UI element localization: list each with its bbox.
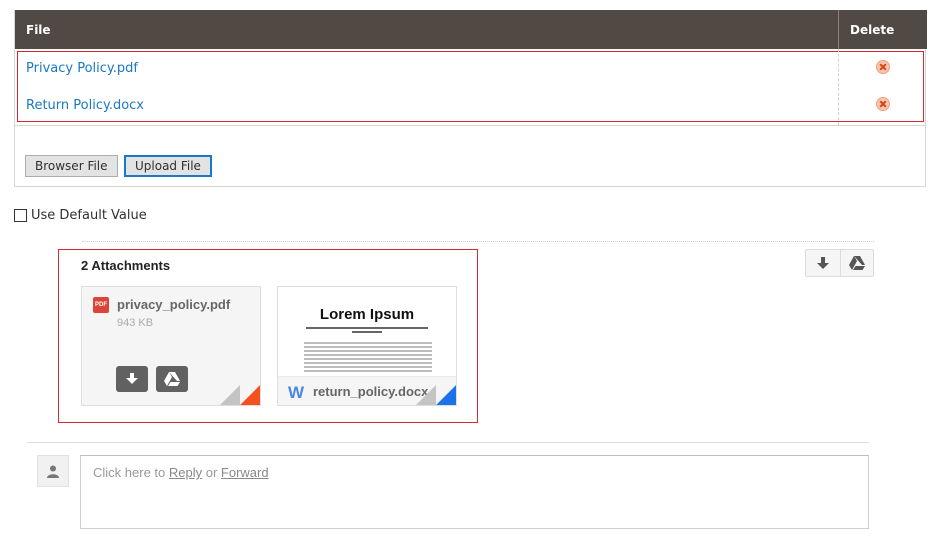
attachment-card-docx[interactable]: Lorem Ipsum W return_policy.docx bbox=[277, 286, 457, 406]
file-link-return-policy[interactable]: Return Policy.docx bbox=[26, 98, 144, 113]
save-to-drive-button[interactable] bbox=[156, 366, 188, 392]
forward-link[interactable]: Forward bbox=[221, 465, 269, 480]
table-divider bbox=[15, 125, 926, 126]
attachment-card-pdf[interactable]: PDF privacy_policy.pdf 943 KB bbox=[81, 286, 261, 406]
reply-box[interactable]: Click here to Reply or Forward bbox=[80, 455, 869, 529]
preview-heading: Lorem Ipsum bbox=[319, 306, 415, 323]
word-icon: W bbox=[288, 383, 304, 402]
file-table: File Delete Privacy Policy.pdf Return Po… bbox=[14, 10, 927, 187]
save-all-to-drive-button[interactable] bbox=[839, 250, 874, 276]
column-divider bbox=[838, 49, 839, 125]
avatar bbox=[37, 455, 69, 487]
reply-middle: or bbox=[202, 465, 221, 480]
upload-file-button[interactable]: Upload File bbox=[124, 155, 212, 177]
browse-file-button[interactable]: Browser File bbox=[25, 155, 118, 177]
attachment-name: privacy_policy.pdf bbox=[117, 297, 231, 312]
attachments-panel: 2 Attachments PDF privacy_policy.pdf 943… bbox=[58, 249, 478, 423]
pdf-icon: PDF bbox=[93, 297, 109, 313]
document-preview-thumbnail: Lorem Ipsum bbox=[278, 287, 456, 376]
reply-divider bbox=[27, 442, 869, 443]
attachment-header-actions bbox=[805, 249, 874, 277]
preview-body-text bbox=[304, 342, 432, 374]
column-header-delete: Delete bbox=[850, 23, 895, 37]
use-default-value-checkbox[interactable] bbox=[14, 209, 27, 222]
file-link-privacy-policy[interactable]: Privacy Policy.pdf bbox=[26, 61, 138, 76]
reply-prefix: Click here to bbox=[93, 465, 169, 480]
person-icon bbox=[47, 465, 59, 478]
use-default-value-row[interactable]: Use Default Value bbox=[14, 208, 147, 223]
attachments-count: 2 Attachments bbox=[81, 258, 171, 273]
file-rows-highlight bbox=[17, 51, 924, 122]
reply-prompt: Click here to Reply or Forward bbox=[93, 465, 269, 480]
attachments-divider bbox=[82, 241, 874, 242]
use-default-value-label: Use Default Value bbox=[31, 208, 147, 223]
download-all-button[interactable] bbox=[806, 250, 840, 276]
attachment-size: 943 KB bbox=[117, 317, 154, 329]
table-header: File Delete bbox=[15, 10, 927, 49]
column-header-file: File bbox=[26, 23, 51, 37]
reply-link[interactable]: Reply bbox=[169, 465, 202, 480]
download-attachment-button[interactable] bbox=[116, 366, 148, 392]
header-divider bbox=[838, 10, 839, 49]
google-drive-icon bbox=[164, 372, 180, 386]
download-icon bbox=[816, 256, 829, 269]
google-drive-icon bbox=[848, 256, 865, 270]
delete-icon[interactable] bbox=[876, 60, 890, 74]
download-icon bbox=[126, 373, 138, 384]
page-fold-corner bbox=[416, 385, 456, 405]
delete-icon[interactable] bbox=[876, 97, 890, 111]
attachment-name: return_policy.docx bbox=[313, 384, 429, 399]
preview-quote bbox=[306, 327, 428, 334]
page-fold-corner bbox=[220, 385, 260, 405]
